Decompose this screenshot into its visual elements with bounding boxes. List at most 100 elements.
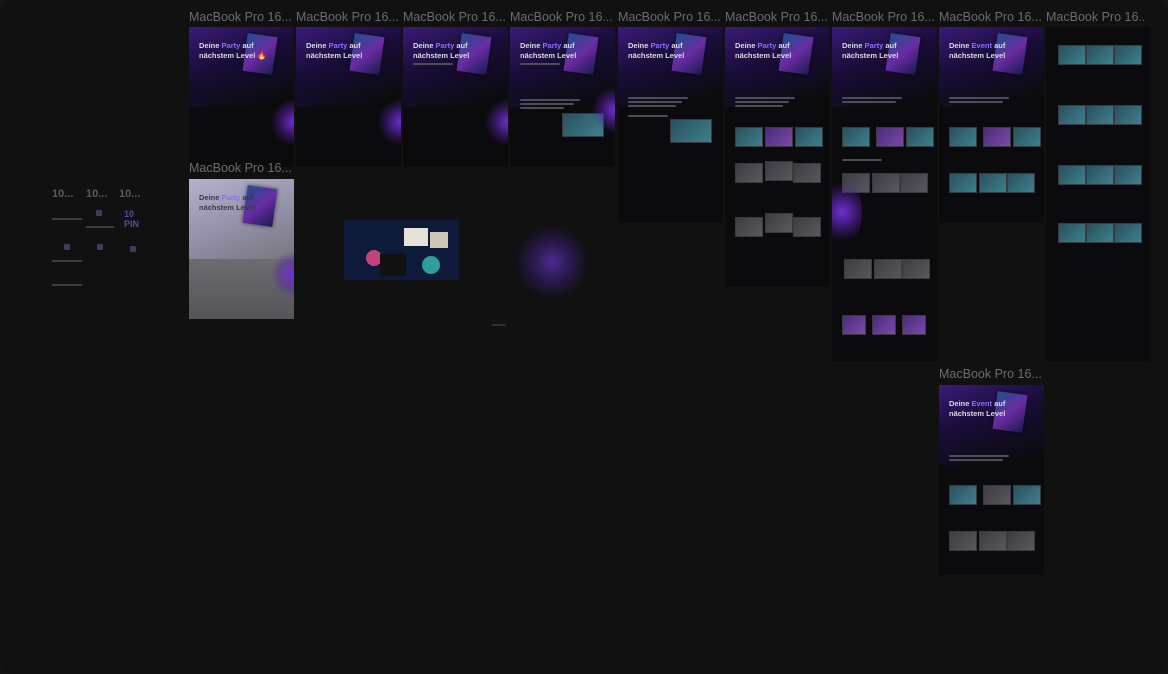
user-icon — [64, 244, 70, 250]
background-glow — [515, 225, 589, 299]
gallery-card[interactable] — [949, 485, 977, 505]
text-line — [949, 97, 1009, 99]
product-card[interactable] — [1114, 45, 1142, 65]
product-card[interactable] — [872, 315, 896, 335]
text-line — [628, 101, 682, 103]
product-card[interactable] — [900, 173, 928, 193]
hero-title: Deine Event auf nächstem Level — [949, 41, 1006, 60]
hero-section — [939, 27, 1044, 107]
product-card[interactable] — [949, 173, 977, 193]
product-card[interactable] — [1114, 105, 1142, 125]
design-frame[interactable]: Deine Party auf nächstem Level — [510, 27, 615, 167]
hero-title: Deine Party auf nächstem Level — [413, 41, 470, 60]
frame-label[interactable]: MacBook Pro 16... — [403, 10, 506, 24]
product-card[interactable] — [949, 531, 977, 551]
product-card[interactable] — [1114, 223, 1142, 243]
gallery-card[interactable] — [1013, 485, 1041, 505]
frame-label[interactable]: MacBook Pro 16... — [939, 10, 1042, 24]
product-card[interactable] — [793, 217, 821, 237]
mini-text — [52, 260, 82, 262]
design-frame[interactable]: Deine Party auf nächstem Level — [725, 27, 830, 287]
mini-number[interactable]: 10... — [86, 188, 107, 200]
frame-label[interactable]: MacBook Pro 16... — [296, 10, 399, 24]
product-card[interactable] — [793, 163, 821, 183]
product-card[interactable] — [1086, 45, 1114, 65]
gallery-card[interactable] — [842, 127, 870, 147]
design-frame[interactable]: Deine Party auf nächstem Level — [189, 179, 294, 319]
text-line — [949, 459, 1003, 461]
hero-title: Deine Event auf nächstem Level — [949, 399, 1006, 418]
desktop-preview-frame[interactable] — [344, 220, 459, 280]
product-card[interactable] — [1058, 223, 1086, 243]
hero-title: Deine Party auf nächstem Level — [199, 193, 256, 212]
product-card[interactable] — [1058, 105, 1086, 125]
design-frame[interactable]: Deine Party auf nächstem Level — [403, 27, 508, 167]
gallery-card[interactable] — [983, 485, 1011, 505]
design-frame[interactable] — [1046, 27, 1151, 361]
hero-section — [939, 385, 1044, 465]
frame-label[interactable]: MacBook Pro 16... — [510, 10, 613, 24]
design-frame[interactable]: Deine Party auf nächstem Level — [618, 27, 723, 223]
hero-title: Deine Party auf nächstem Level — [628, 41, 685, 60]
product-card[interactable] — [1114, 165, 1142, 185]
hero-title: Deine Party auf nächstem Level — [735, 41, 792, 60]
mini-text — [86, 226, 114, 228]
design-frame[interactable]: Deine Party auf nächstem Level — [296, 27, 401, 167]
design-frame[interactable]: Deine Party auf nächstem Level 🔥 — [189, 27, 294, 167]
product-card[interactable] — [735, 163, 763, 183]
product-card[interactable] — [1086, 165, 1114, 185]
text-line — [735, 105, 783, 107]
frame-label[interactable]: MacBook Pro 16... — [618, 10, 721, 24]
mini-text — [52, 284, 82, 286]
preview-card — [430, 232, 448, 248]
frame-label[interactable]: MacBook Pro 16... — [725, 10, 828, 24]
gallery-card[interactable] — [983, 127, 1011, 147]
text-line — [628, 115, 668, 117]
product-card[interactable] — [1086, 223, 1114, 243]
hero-section — [832, 27, 937, 107]
gallery-card[interactable] — [735, 127, 763, 147]
product-card[interactable] — [902, 259, 930, 279]
design-canvas[interactable]: MacBook Pro 16... MacBook Pro 16... MacB… — [0, 0, 1168, 674]
design-frame[interactable]: Deine Party auf nächstem Level — [832, 27, 937, 361]
mini-number[interactable]: 10... — [52, 188, 73, 200]
product-card[interactable] — [765, 161, 793, 181]
frame-label[interactable]: MacBook Pro 16... — [832, 10, 935, 24]
product-card[interactable] — [1058, 165, 1086, 185]
product-card[interactable] — [844, 259, 872, 279]
product-card[interactable] — [872, 173, 900, 193]
frame-label[interactable]: MacBook Pro 16... — [939, 367, 1042, 381]
product-card[interactable] — [1086, 105, 1114, 125]
text-line — [842, 101, 896, 103]
frame-label[interactable]: MacBook Pro 16... — [189, 10, 292, 24]
mini-number[interactable]: 10... — [119, 188, 140, 200]
frame-label[interactable]: MacBook Pro 16... — [189, 161, 292, 175]
design-frame[interactable]: Deine Event auf nächstem Level — [939, 385, 1044, 575]
product-card[interactable] — [1058, 45, 1086, 65]
hero-section — [189, 27, 294, 107]
hero-title: Deine Party auf nächstem Level — [842, 41, 899, 60]
frame-label[interactable]: MacBook Pro 16... — [1046, 10, 1146, 24]
product-card[interactable] — [874, 259, 902, 279]
product-card[interactable] — [842, 315, 866, 335]
product-card[interactable] — [1007, 531, 1035, 551]
hero-title: Deine Party auf nächstem Level 🔥 — [199, 41, 267, 60]
scroll-indicator — [492, 324, 506, 326]
gallery-card[interactable] — [765, 127, 793, 147]
product-card[interactable] — [735, 217, 763, 237]
product-card[interactable] — [979, 173, 1007, 193]
user-icon — [96, 210, 102, 216]
product-card[interactable] — [902, 315, 926, 335]
design-frame[interactable]: Deine Event auf nächstem Level — [939, 27, 1044, 223]
product-card[interactable] — [765, 213, 793, 233]
gallery-card[interactable] — [876, 127, 904, 147]
gallery-card[interactable] — [949, 127, 977, 147]
text-line — [520, 63, 560, 65]
pin-badge[interactable]: 10 PIN — [124, 209, 144, 229]
product-card[interactable] — [1007, 173, 1035, 193]
hero-section — [189, 179, 294, 259]
gallery-card[interactable] — [795, 127, 823, 147]
gallery-card[interactable] — [906, 127, 934, 147]
product-card[interactable] — [979, 531, 1007, 551]
gallery-card[interactable] — [1013, 127, 1041, 147]
